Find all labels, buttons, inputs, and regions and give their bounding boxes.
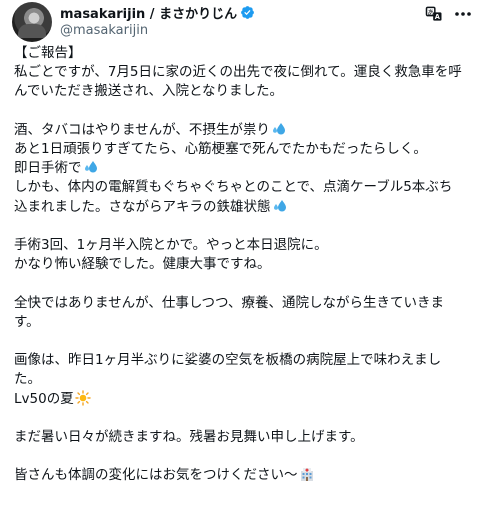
- text-line: す。: [14, 313, 40, 330]
- display-name[interactable]: masakarijin / まさかりじん: [60, 3, 237, 22]
- paragraph-closing: 皆さんも体調の変化にはお気をつけください〜: [14, 466, 478, 485]
- post-text: 【ご報告】 私ごとですが、7月5日に家の近くの出先で夜に倒れて。運良く救急車を呼…: [14, 44, 478, 505]
- text-span: 酒、タバコはやりませんが、不摂生が祟り: [14, 121, 270, 138]
- text-line: あと1日頑張りすぎてたら、心筋梗塞で死んでたかもだったらしく。: [14, 141, 427, 157]
- text-line: しかも、体内の電解質もぐちゃぐちゃとのことで、点滴ケーブル5本ぶち: [14, 179, 453, 196]
- handle[interactable]: @masakarijin: [60, 23, 255, 39]
- text-span: Lv50の夏: [14, 390, 74, 407]
- translate-icon[interactable]: あ A: [424, 4, 444, 24]
- text-line: 全快ではありませんが、仕事しつつ、療養、通院しながら生きていきま: [14, 294, 444, 311]
- sweat-droplets-emoji: [273, 199, 286, 212]
- paragraph-image-note: 画像は、昨日1ヶ月半ぶりに娑婆の空気を板橋の病院屋上で味わえまし た。 Lv50…: [14, 351, 478, 409]
- text-line: まだ暑い日々が続きますね。残暑お見舞い申し上げます。: [14, 428, 364, 445]
- svg-text:A: A: [435, 13, 441, 21]
- paragraph-announcement: 【ご報告】 私ごとですが、7月5日に家の近くの出先で夜に倒れて。運良く救急車を呼…: [14, 44, 478, 102]
- paragraph-cause: 酒、タバコはやりませんが、不摂生が祟り あと1日頑張りすぎてたら、心筋梗塞で死ん…: [14, 121, 478, 217]
- text-line: Lv50の夏: [14, 389, 478, 409]
- text-line: 私ごとですが、7月5日に家の近くの出先で夜に倒れて。運良く救急車を呼: [14, 64, 462, 81]
- text-line: 【ご報告】: [14, 45, 82, 61]
- text-line: かなり怖い経験でした。健康大事ですね。: [14, 256, 271, 273]
- text-line: 手術3回、1ヶ月半入院とかで。やっと本日退院に。: [14, 237, 328, 253]
- sweat-droplets-emoji: [272, 122, 285, 135]
- text-line: 皆さんも体調の変化にはお気をつけください〜: [14, 466, 478, 485]
- post-header: masakarijin / まさかりじん @masakarijin あ A: [0, 0, 484, 44]
- avatar[interactable]: [12, 2, 52, 42]
- author-names: masakarijin / まさかりじん @masakarijin: [60, 3, 255, 39]
- sun-emoji: [75, 389, 91, 406]
- paragraph-surgery: 手術3回、1ヶ月半入院とかで。やっと本日退院に。 かなり怖い経験でした。健康大事…: [14, 236, 478, 274]
- text-span: 皆さんも体調の変化にはお気をつけください〜: [14, 467, 298, 484]
- text-span: 即日手術で: [14, 160, 82, 177]
- text-line: 即日手術で: [14, 159, 478, 178]
- text-line: 画像は、昨日1ヶ月半ぶりに娑婆の空気を板橋の病院屋上で味わえまし: [14, 352, 442, 369]
- text-line: た。: [14, 371, 41, 388]
- paragraph-greeting: まだ暑い日々が続きますね。残暑お見舞い申し上げます。: [14, 428, 478, 447]
- post: masakarijin / まさかりじん @masakarijin あ A 【ご…: [0, 0, 484, 510]
- more-icon[interactable]: [452, 4, 474, 24]
- text-span: 込まれました。さながらアキラの鉄雄状態: [14, 198, 271, 215]
- sweat-droplets-emoji: [84, 161, 97, 173]
- text-line: 酒、タバコはやりませんが、不摂生が祟り: [14, 121, 478, 140]
- text-line: 込まれました。さながらアキラの鉄雄状態: [14, 198, 478, 217]
- display-name-row: masakarijin / まさかりじん: [60, 3, 255, 22]
- paragraph-recovery: 全快ではありませんが、仕事しつつ、療養、通院しながら生きていきま す。: [14, 294, 478, 332]
- verified-badge-icon[interactable]: [240, 5, 255, 20]
- text-line: んでいただき搬送され、入院となりました。: [14, 83, 284, 100]
- hospital-emoji: [300, 468, 313, 482]
